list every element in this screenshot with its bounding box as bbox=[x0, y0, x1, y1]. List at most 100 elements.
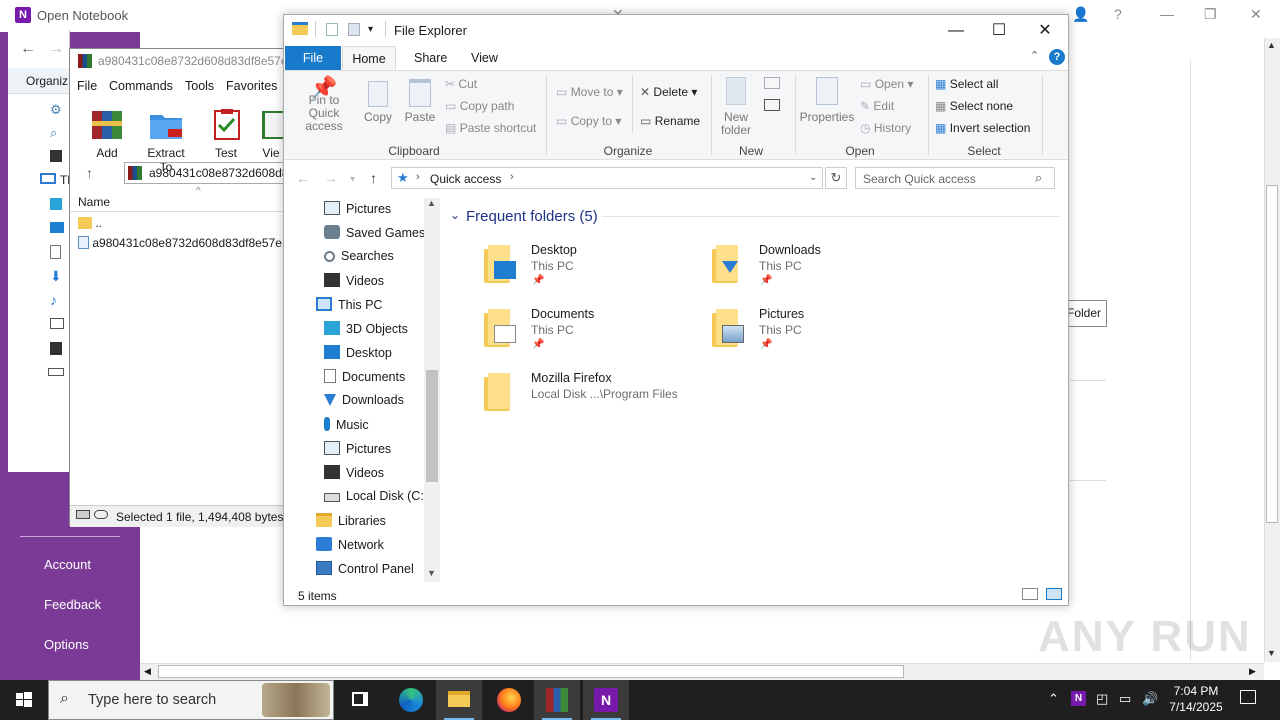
back-arrow-icon[interactable]: ← bbox=[20, 40, 36, 58]
folder-tile[interactable]: Desktop This PC 📌 bbox=[484, 243, 694, 303]
account-menu-item[interactable]: Account bbox=[44, 557, 91, 572]
nav-item-videos[interactable]: Videos bbox=[324, 465, 384, 480]
nav-item-local-disk-c[interactable]: Local Disk (C:) bbox=[324, 489, 428, 503]
tab-file[interactable]: File bbox=[285, 46, 341, 70]
paste-shortcut-button[interactable]: ▤ Paste shortcut bbox=[445, 121, 536, 135]
refresh-icon[interactable]: ↻ bbox=[825, 167, 847, 189]
edge-taskbar-button[interactable] bbox=[388, 680, 434, 720]
firefox-taskbar-button[interactable] bbox=[486, 680, 532, 720]
address-bar[interactable]: ★ › Quick access › ⌄ bbox=[391, 167, 823, 189]
clock[interactable]: 7:04 PM 7/14/2025 bbox=[1166, 683, 1226, 715]
copy-path-button[interactable]: ▭ Copy path bbox=[445, 99, 514, 113]
recent-dropdown-icon[interactable]: ▾ bbox=[350, 174, 355, 185]
new-folder-button[interactable]: New folder bbox=[716, 77, 756, 137]
notifications-icon[interactable] bbox=[1240, 690, 1256, 704]
options-menu-item[interactable]: Options bbox=[44, 637, 89, 652]
easy-access-icon[interactable] bbox=[764, 99, 780, 111]
nav-item-desktop[interactable]: Desktop bbox=[324, 345, 392, 360]
properties-button[interactable]: Properties bbox=[799, 77, 855, 124]
edit-button[interactable]: ✎ Edit bbox=[860, 99, 894, 113]
person-icon[interactable]: 👤 bbox=[1072, 6, 1089, 23]
organize-label[interactable]: Organiz bbox=[26, 74, 68, 88]
section-collapse-icon[interactable]: ⌄ bbox=[450, 208, 460, 222]
move-to-button[interactable]: ▭ Move to ▾ bbox=[556, 85, 623, 99]
feedback-menu-item[interactable]: Feedback bbox=[44, 597, 101, 612]
menu-tools[interactable]: Tools bbox=[185, 79, 214, 93]
add-button[interactable]: Add bbox=[82, 107, 132, 160]
pin-quick-access-button[interactable]: 📌 Pin to Quick access bbox=[290, 77, 358, 133]
onenote-taskbar-button[interactable]: N bbox=[583, 680, 629, 720]
minimize-icon[interactable]: — bbox=[1160, 6, 1174, 22]
nav-item-music[interactable]: Music bbox=[324, 417, 369, 432]
tab-share[interactable]: Share bbox=[404, 49, 457, 67]
menu-favorites[interactable]: Favorites bbox=[226, 79, 277, 93]
folder-tile[interactable]: Mozilla Firefox Local Disk ...\Program Fi… bbox=[484, 371, 694, 431]
scroll-right-icon[interactable]: ▶ bbox=[1249, 666, 1256, 677]
list-item[interactable]: a980431c08e8732d608d83df8e57e1f3 bbox=[78, 236, 299, 250]
delete-button[interactable]: ✕ Delete ▾ bbox=[640, 85, 697, 99]
qa-dropdown-icon[interactable]: ▾ bbox=[368, 24, 373, 35]
vertical-scroll-thumb[interactable] bbox=[1266, 185, 1278, 523]
nav-scroll-down-icon[interactable]: ▼ bbox=[427, 568, 436, 578]
nav-item-downloads[interactable]: Downloads bbox=[324, 393, 404, 407]
nav-scroll-thumb[interactable] bbox=[426, 370, 438, 482]
onenote-tray-icon[interactable]: N bbox=[1071, 691, 1086, 706]
help-icon[interactable]: ? bbox=[1114, 6, 1122, 22]
nav-item-libraries[interactable]: Libraries bbox=[316, 513, 386, 528]
folder-tile[interactable]: Pictures This PC 📌 bbox=[712, 307, 922, 367]
large-icons-view-icon[interactable] bbox=[1046, 588, 1062, 600]
winrar-path-field[interactable]: a980431c08e8732d608d83 bbox=[124, 162, 290, 184]
nav-item-control-panel[interactable]: Control Panel bbox=[316, 561, 414, 576]
name-column-header[interactable]: Name bbox=[70, 190, 290, 212]
rename-button[interactable]: ▭ Rename bbox=[640, 114, 700, 128]
scroll-left-icon[interactable]: ◀ bbox=[144, 666, 151, 677]
winrar-taskbar-button[interactable] bbox=[534, 680, 580, 720]
nav-item-documents[interactable]: Documents bbox=[324, 369, 405, 384]
copy-button[interactable]: Copy bbox=[360, 81, 396, 124]
meet-now-icon[interactable]: ◰ bbox=[1096, 691, 1108, 707]
collapse-ribbon-icon[interactable]: ⌃ bbox=[1030, 49, 1039, 62]
search-input[interactable]: Search Quick access bbox=[855, 167, 1055, 189]
close-button[interactable]: ✕ bbox=[1022, 19, 1068, 43]
task-view-button[interactable] bbox=[337, 680, 383, 720]
new-item-icon[interactable] bbox=[764, 77, 780, 89]
select-all-button[interactable]: ▦ Select all bbox=[935, 77, 998, 91]
forward-arrow-icon[interactable]: → bbox=[48, 40, 64, 58]
open-button[interactable]: ▭ Open ▾ bbox=[860, 77, 913, 91]
nav-item-videos[interactable]: Videos bbox=[324, 273, 384, 288]
nav-scroll-up-icon[interactable]: ▲ bbox=[427, 198, 436, 208]
address-dropdown-icon[interactable]: ⌄ bbox=[809, 172, 817, 183]
scroll-down-icon[interactable]: ▼ bbox=[1267, 648, 1276, 658]
nav-item-3d-objects[interactable]: 3D Objects bbox=[324, 321, 408, 336]
up-icon[interactable]: ↑ bbox=[370, 170, 377, 186]
close-window-icon[interactable]: ✕ bbox=[1250, 6, 1262, 23]
maximize-button[interactable]: ☐ bbox=[976, 19, 1022, 43]
taskbar-search-text[interactable]: Type here to search bbox=[88, 692, 216, 708]
menu-commands[interactable]: Commands bbox=[109, 79, 173, 93]
tab-view[interactable]: View bbox=[461, 49, 508, 67]
volume-icon[interactable]: 🔊 bbox=[1142, 691, 1158, 707]
folder-tile[interactable]: Documents This PC 📌 bbox=[484, 307, 694, 367]
maximize-icon[interactable]: ❐ bbox=[1204, 6, 1217, 23]
forward-icon[interactable]: → bbox=[324, 170, 338, 186]
nav-item-this-pc[interactable]: This PC bbox=[316, 297, 382, 312]
nav-item-saved-games[interactable]: Saved Games bbox=[324, 225, 425, 240]
nav-item-searches[interactable]: Searches bbox=[324, 249, 394, 263]
horizontal-scroll-thumb[interactable] bbox=[158, 665, 904, 678]
network-tray-icon[interactable]: ▭ bbox=[1119, 691, 1131, 707]
list-item[interactable]: .. bbox=[78, 216, 102, 230]
history-button[interactable]: ◷ History bbox=[860, 121, 911, 135]
copy-to-button[interactable]: ▭ Copy to ▾ bbox=[556, 114, 621, 128]
explorer-taskbar-button[interactable] bbox=[436, 680, 482, 720]
select-none-button[interactable]: ▦ Select none bbox=[935, 99, 1013, 113]
scroll-up-icon[interactable]: ▲ bbox=[1267, 40, 1276, 50]
up-arrow-icon[interactable]: ↑ bbox=[86, 165, 93, 181]
folder-tile[interactable]: Downloads This PC 📌 bbox=[712, 243, 922, 303]
menu-file[interactable]: File bbox=[77, 79, 97, 93]
nav-item-pictures[interactable]: Pictures bbox=[324, 441, 391, 456]
show-hidden-icons-icon[interactable]: ⌃ bbox=[1048, 691, 1059, 707]
back-icon[interactable]: ← bbox=[296, 170, 310, 186]
tab-home[interactable]: Home bbox=[342, 46, 396, 71]
minimize-button[interactable]: — bbox=[933, 19, 979, 43]
paste-button[interactable]: Paste bbox=[402, 79, 438, 124]
